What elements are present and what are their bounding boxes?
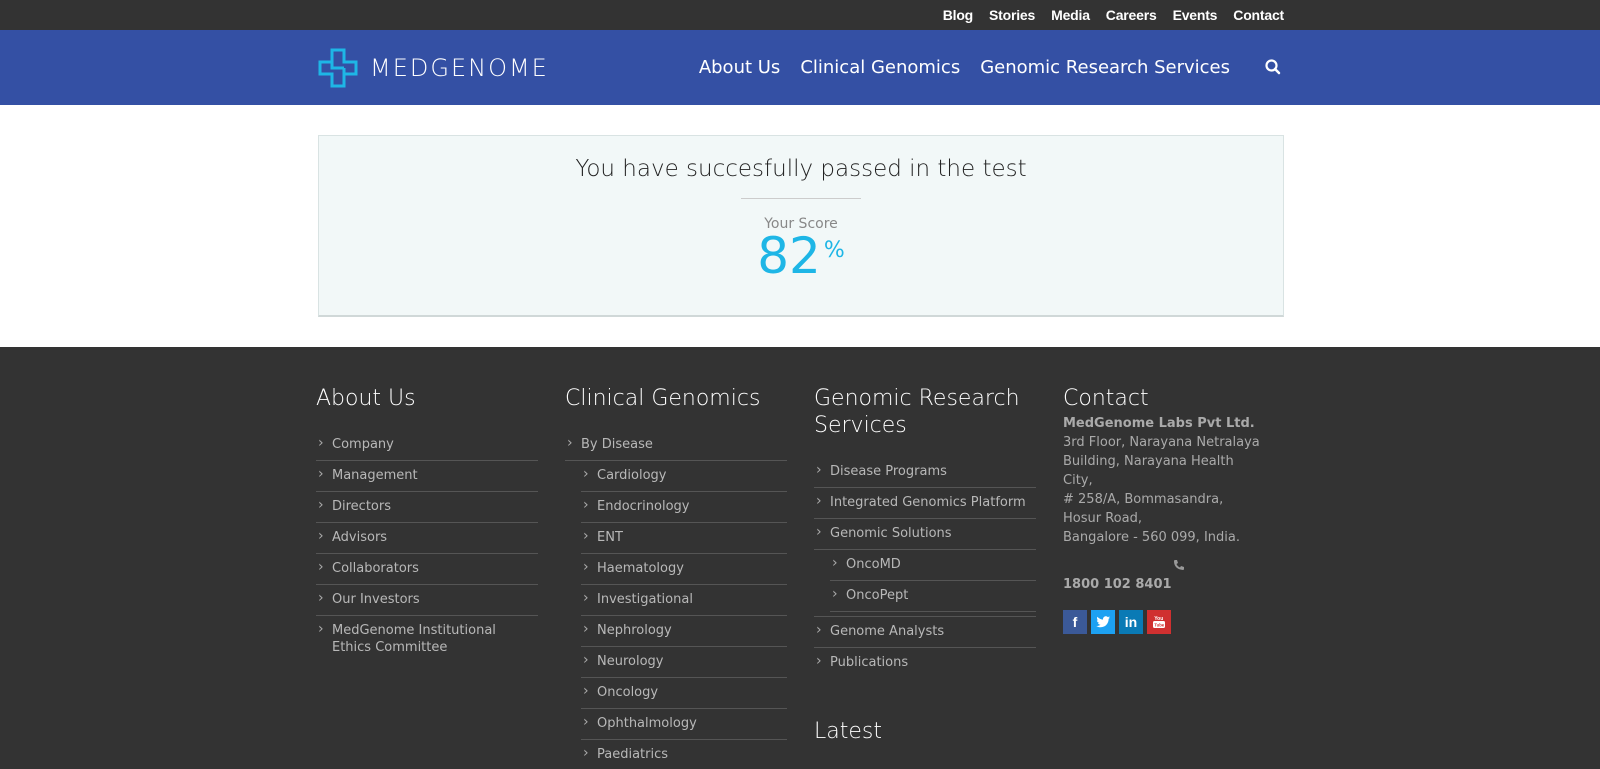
footer-link-investigational[interactable]: Investigational <box>581 585 787 616</box>
footer-research-heading: Genomic Research Services <box>814 386 1020 438</box>
footer-link-ent[interactable]: ENT <box>581 523 787 554</box>
score-unit: % <box>823 238 845 263</box>
footer-link-nephrology[interactable]: Nephrology <box>581 616 787 647</box>
footer-link-endocrinology[interactable]: Endocrinology <box>581 492 787 523</box>
footer-link-cardiology[interactable]: Cardiology <box>581 461 787 492</box>
facebook-icon[interactable]: f <box>1063 610 1087 634</box>
main-nav: About Us Clinical Genomics Genomic Resea… <box>689 30 1240 105</box>
footer-link-oncopept[interactable]: OncoPept <box>830 581 1036 612</box>
site-header: MEDGENOME About Us Clinical Genomics Gen… <box>0 30 1600 105</box>
footer-link-neurology[interactable]: Neurology <box>581 647 787 678</box>
footer-clinical-column: Clinical Genomics By Disease Cardiology … <box>565 385 787 769</box>
score-display: 82% <box>319 230 1283 282</box>
utility-link-contact[interactable]: Contact <box>1225 0 1284 30</box>
utility-nav: Blog Stories Media Careers Events Contac… <box>935 0 1284 30</box>
footer-link-disease-programs[interactable]: Disease Programs <box>814 457 1036 488</box>
footer-research-list: Disease Programs Integrated Genomics Pla… <box>814 457 1036 678</box>
footer-link-publications[interactable]: Publications <box>814 648 1036 678</box>
footer-contact-column: Contact MedGenome Labs Pvt Ltd. 3rd Floo… <box>1063 385 1263 634</box>
address-line: Bangalore - 560 099, India. <box>1063 530 1240 545</box>
footer-about-list: Company Management Directors Advisors Co… <box>316 430 538 663</box>
svg-text:Tube: Tube <box>1154 622 1164 627</box>
footer-link-by-disease[interactable]: By Disease <box>565 430 787 461</box>
utility-link-events[interactable]: Events <box>1165 0 1226 30</box>
footer-link-advisors[interactable]: Advisors <box>316 523 538 554</box>
utility-link-blog[interactable]: Blog <box>935 0 981 30</box>
footer-clinical-list: By Disease Cardiology Endocrinology ENT … <box>565 430 787 769</box>
main-content: You have succesfully passed in the test … <box>0 105 1600 347</box>
svg-text:You: You <box>1154 616 1163 622</box>
utility-bar: Blog Stories Media Careers Events Contac… <box>0 0 1600 30</box>
footer-link-company[interactable]: Company <box>316 430 538 461</box>
nav-genomic-research-services[interactable]: Genomic Research Services <box>970 30 1240 105</box>
address-line: Hosur Road, <box>1063 511 1142 526</box>
youtube-icon[interactable]: You Tube <box>1147 610 1171 634</box>
contact-phone[interactable]: 1800 102 8401 <box>1063 577 1263 592</box>
score-value: 82 <box>757 227 821 285</box>
utility-link-media[interactable]: Media <box>1043 0 1098 30</box>
footer-link-paediatrics[interactable]: Paediatrics <box>581 740 787 769</box>
site-footer: About Us Company Management Directors Ad… <box>0 347 1600 769</box>
contact-company: MedGenome Labs Pvt Ltd. <box>1063 416 1255 431</box>
contact-address: MedGenome Labs Pvt Ltd. 3rd Floor, Naray… <box>1063 414 1263 547</box>
nav-about-us[interactable]: About Us <box>689 30 791 105</box>
footer-link-haematology[interactable]: Haematology <box>581 554 787 585</box>
address-line: Building, Narayana Health City, <box>1063 454 1234 488</box>
footer-latest-heading: Latest <box>814 719 882 744</box>
footer-about-heading: About Us <box>316 386 416 411</box>
utility-link-careers[interactable]: Careers <box>1098 0 1165 30</box>
footer-link-ethics-committee[interactable]: MedGenome Institutional Ethics Committee <box>316 616 538 663</box>
site-logo[interactable]: MEDGENOME <box>318 48 549 88</box>
utility-link-stories[interactable]: Stories <box>981 0 1043 30</box>
footer-link-collaborators[interactable]: Collaborators <box>316 554 538 585</box>
address-line: # 258/A, Bommasandra, <box>1063 492 1224 507</box>
footer-link-integrated-genomics-platform[interactable]: Integrated Genomics Platform <box>814 488 1036 519</box>
footer-link-investors[interactable]: Our Investors <box>316 585 538 616</box>
footer-link-oncomd[interactable]: OncoMD <box>830 550 1036 581</box>
result-panel: You have succesfully passed in the test … <box>318 135 1284 317</box>
phone-icon <box>1174 560 1184 570</box>
footer-link-oncology[interactable]: Oncology <box>581 678 787 709</box>
footer-link-directors[interactable]: Directors <box>316 492 538 523</box>
search-icon[interactable] <box>1264 58 1282 76</box>
footer-link-management[interactable]: Management <box>316 461 538 492</box>
footer-research-column: Genomic Research Services Disease Progra… <box>814 385 1036 678</box>
result-title: You have succesfully passed in the test <box>575 156 1027 182</box>
address-line: 3rd Floor, Narayana Netralaya <box>1063 435 1260 450</box>
medgenome-logo-icon <box>318 48 358 88</box>
divider <box>741 198 861 199</box>
footer-link-genome-analysts[interactable]: Genome Analysts <box>814 616 1036 648</box>
twitter-icon[interactable] <box>1091 610 1115 634</box>
footer-contact-heading: Contact <box>1063 386 1149 411</box>
footer-link-genomic-solutions[interactable]: Genomic Solutions <box>814 519 1036 550</box>
social-links: f in You Tube <box>1063 610 1263 634</box>
footer-link-ophthalmology[interactable]: Ophthalmology <box>581 709 787 740</box>
footer-clinical-heading: Clinical Genomics <box>565 386 761 411</box>
linkedin-icon[interactable]: in <box>1119 610 1143 634</box>
logo-text: MEDGENOME <box>370 54 549 82</box>
nav-clinical-genomics[interactable]: Clinical Genomics <box>790 30 970 105</box>
footer-about-column: About Us Company Management Directors Ad… <box>316 385 538 663</box>
